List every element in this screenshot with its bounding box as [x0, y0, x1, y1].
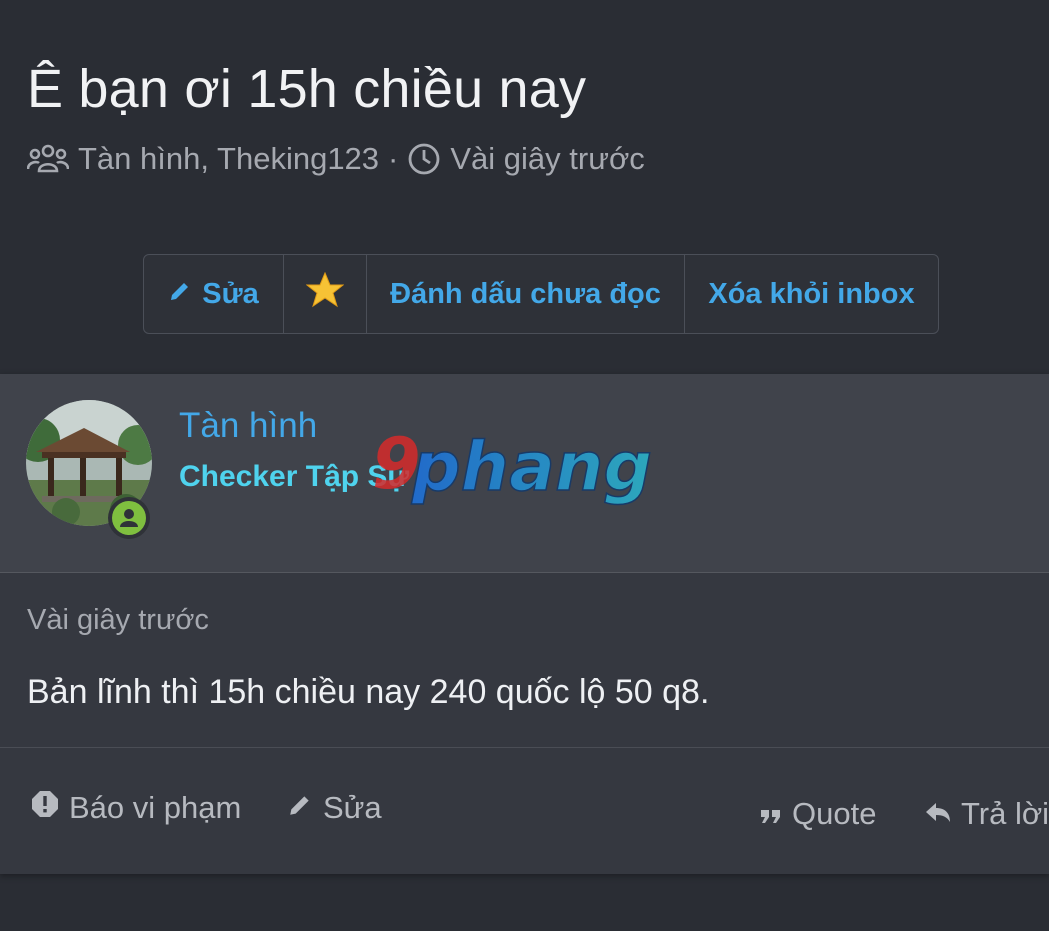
quote-label: Quote: [792, 796, 877, 831]
page-title: Ê bạn ơi 15h chiều nay: [27, 59, 587, 119]
edit-button[interactable]: Sửa: [144, 255, 284, 333]
pencil-icon: [287, 790, 323, 826]
quote-button[interactable]: Quote: [760, 796, 876, 832]
message-time: Vài giây trước: [27, 604, 209, 636]
footer-edit-button[interactable]: Sửa: [287, 790, 382, 826]
report-label: Báo vi phạm: [69, 790, 242, 825]
report-button[interactable]: Báo vi phạm: [31, 790, 241, 826]
svg-text:phang: phang: [411, 428, 652, 506]
thread-actions: Sửa Đánh dấu chưa đọc Xóa khỏi inbox: [143, 254, 939, 334]
mark-unread-button[interactable]: Đánh dấu chưa đọc: [367, 255, 685, 333]
thread-meta: Tàn hình, Theking123 · Vài giây trước: [27, 141, 645, 177]
message-header: Tàn hình Checker Tập Sự 9 phang: [0, 374, 1049, 573]
footer-divider: [0, 747, 1049, 748]
clock-icon: [407, 142, 441, 176]
reply-label: Trả lời: [961, 796, 1049, 831]
reply-icon: [925, 796, 961, 832]
participants-text: Tàn hình, Theking123: [78, 141, 380, 176]
star-icon: [305, 271, 345, 316]
reply-button[interactable]: Trả lời: [925, 796, 1049, 832]
quote-icon: [760, 796, 792, 832]
author-name[interactable]: Tàn hình: [179, 406, 317, 446]
remove-from-inbox-button[interactable]: Xóa khỏi inbox: [685, 255, 938, 333]
participants-icon: [27, 143, 69, 175]
message-body: Bản lĩnh thì 15h chiều nay 240 quốc lộ 5…: [27, 673, 710, 711]
thread-time: Vài giây trước: [450, 141, 645, 176]
online-status-icon: [108, 497, 150, 539]
message-card: Tàn hình Checker Tập Sự 9 phang Vài giây…: [0, 374, 1049, 874]
alert-icon: [31, 790, 69, 826]
pencil-icon: [168, 278, 202, 311]
watermark-logo: 9 phang: [372, 426, 653, 506]
edit-button-label: Sửa: [202, 277, 259, 310]
footer-edit-label: Sửa: [323, 790, 382, 825]
star-button[interactable]: [284, 255, 367, 333]
meta-separator: ·: [388, 141, 399, 176]
